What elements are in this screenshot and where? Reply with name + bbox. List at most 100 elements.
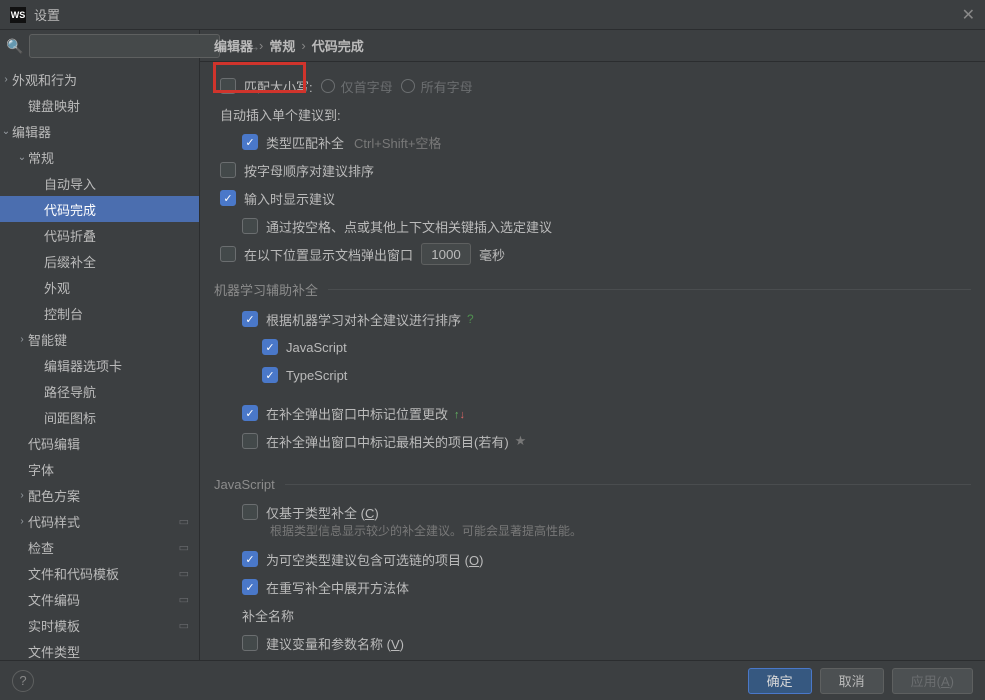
expand-body-checkbox[interactable]: ✓: [242, 579, 258, 595]
ml-sort-checkbox[interactable]: ✓: [242, 311, 258, 327]
sort-alpha-label: 按字母顺序对建议排序: [244, 161, 374, 180]
sort-alpha-checkbox[interactable]: [220, 162, 236, 178]
match-case-checkbox[interactable]: [220, 78, 236, 94]
breadcrumb-part[interactable]: 编辑器: [214, 36, 253, 55]
tree-item-label: 自动导入: [44, 174, 96, 193]
help-button[interactable]: ?: [12, 670, 34, 692]
close-icon[interactable]: ✕: [962, 5, 975, 25]
tree-item-label: 文件编码: [28, 590, 80, 609]
nullable-checkbox[interactable]: ✓: [242, 551, 258, 567]
tree-item[interactable]: 代码编辑: [0, 430, 199, 456]
breadcrumb-part: 代码完成: [312, 36, 364, 55]
type-only-checkbox[interactable]: [242, 504, 258, 520]
ml-ts-label: TypeScript: [286, 368, 347, 383]
scope-badge-icon: ▭: [179, 567, 189, 580]
mark-pos-checkbox[interactable]: ✓: [242, 405, 258, 421]
show-typing-checkbox[interactable]: ✓: [220, 190, 236, 206]
cancel-button[interactable]: 取消: [820, 668, 884, 694]
tree-item[interactable]: 文件类型: [0, 638, 199, 660]
tree-item-label: 编辑器选项卡: [44, 356, 122, 375]
suggest-names-checkbox[interactable]: [242, 635, 258, 651]
tree-item-label: 编辑器: [12, 122, 51, 141]
tree-item-label: 间距图标: [44, 408, 96, 427]
tree-item[interactable]: 编辑器选项卡: [0, 352, 199, 378]
ml-js-checkbox[interactable]: ✓: [262, 339, 278, 355]
tree-item-label: 键盘映射: [28, 96, 80, 115]
help-icon[interactable]: ?: [467, 312, 474, 326]
ok-button[interactable]: 确定: [748, 668, 812, 694]
tree-item[interactable]: 后缀补全: [0, 248, 199, 274]
breadcrumb-part[interactable]: 常规: [269, 36, 295, 55]
tree-item[interactable]: ›外观和行为: [0, 66, 199, 92]
tree-item-label: 字体: [28, 460, 54, 479]
tree-item[interactable]: ›代码样式 ▭: [0, 508, 199, 534]
all-letters-radio[interactable]: [401, 79, 415, 93]
doc-popup-delay-input[interactable]: [421, 243, 471, 265]
tree-item[interactable]: 外观: [0, 274, 199, 300]
titlebar: WS 设置 ✕: [0, 0, 985, 30]
doc-popup-checkbox[interactable]: [220, 246, 236, 262]
match-case-label: 匹配大小写:: [244, 77, 313, 96]
search-icon: 🔍: [6, 38, 23, 55]
js-section-header: JavaScript: [214, 477, 971, 492]
content-panel: 编辑器 › 常规 › 代码完成 匹配大小写: 仅首字母 所有字母 自动插入单个建…: [200, 30, 985, 660]
settings-scroll[interactable]: 匹配大小写: 仅首字母 所有字母 自动插入单个建议到: ✓ 类型匹配补全 Ctr…: [200, 62, 985, 660]
tree-item[interactable]: ›智能键: [0, 326, 199, 352]
expand-icon[interactable]: ›: [16, 334, 28, 345]
tree-item-label: 控制台: [44, 304, 83, 323]
tree-item[interactable]: 间距图标: [0, 404, 199, 430]
ml-sort-label: 根据机器学习对补全建议进行排序: [266, 310, 461, 329]
tree-item[interactable]: 路径导航: [0, 378, 199, 404]
apply-button[interactable]: 应用(A): [892, 668, 973, 694]
tree-item[interactable]: ›配色方案: [0, 482, 199, 508]
mark-pos-label: 在补全弹出窗口中标记位置更改: [266, 404, 448, 423]
type-match-checkbox[interactable]: ✓: [242, 134, 258, 150]
app-icon: WS: [10, 7, 26, 23]
all-letters-label: 所有字母: [421, 77, 473, 96]
tree-item-label: 文件类型: [28, 642, 80, 661]
tree-item[interactable]: 控制台: [0, 300, 199, 326]
show-typing-label: 输入时显示建议: [244, 189, 335, 208]
type-match-label: 类型匹配补全: [266, 133, 344, 152]
ml-js-label: JavaScript: [286, 340, 347, 355]
scope-badge-icon: ▭: [179, 593, 189, 606]
tree-item[interactable]: 代码完成: [0, 196, 199, 222]
position-arrows-icon: ↑↓: [454, 406, 465, 421]
scope-badge-icon: ▭: [179, 515, 189, 528]
expand-icon[interactable]: ›: [0, 74, 12, 85]
search-input[interactable]: [29, 34, 220, 58]
tree-item[interactable]: 自动导入: [0, 170, 199, 196]
first-letter-radio[interactable]: [321, 79, 335, 93]
tree-item[interactable]: 文件和代码模板 ▭: [0, 560, 199, 586]
mark-rel-label: 在补全弹出窗口中标记最相关的项目(若有): [266, 432, 509, 451]
tree-item[interactable]: ⌄编辑器: [0, 118, 199, 144]
tree-item[interactable]: 检查▭: [0, 534, 199, 560]
ml-ts-checkbox[interactable]: ✓: [262, 367, 278, 383]
type-only-label: 仅基于类型补全 (C): [266, 503, 379, 522]
type-only-hint: 根据类型信息显示较少的补全建议。可能会显著提高性能。: [270, 522, 971, 539]
mark-rel-checkbox[interactable]: [242, 433, 258, 449]
tree-item[interactable]: 实时模板▭: [0, 612, 199, 638]
expand-icon[interactable]: ⌄: [16, 152, 28, 163]
scope-badge-icon: ▭: [179, 541, 189, 554]
tree-item[interactable]: 字体: [0, 456, 199, 482]
expand-icon[interactable]: ⌄: [0, 126, 12, 137]
tree-item-label: 后缀补全: [44, 252, 96, 271]
tree-item[interactable]: 键盘映射: [0, 92, 199, 118]
expand-icon[interactable]: ›: [16, 490, 28, 501]
settings-tree[interactable]: ›外观和行为键盘映射⌄编辑器⌄常规自动导入代码完成代码折叠后缀补全外观控制台›智…: [0, 64, 199, 660]
tree-item-label: 配色方案: [28, 486, 80, 505]
doc-popup-label-before: 在以下位置显示文档弹出窗口: [244, 245, 413, 264]
tree-item-label: 路径导航: [44, 382, 96, 401]
first-letter-label: 仅首字母: [341, 77, 393, 96]
tree-item[interactable]: 代码折叠: [0, 222, 199, 248]
tree-item-label: 文件和代码模板: [28, 564, 119, 583]
tree-item-label: 常规: [28, 148, 54, 167]
tree-item[interactable]: 文件编码 ▭: [0, 586, 199, 612]
tree-item[interactable]: ⌄常规: [0, 144, 199, 170]
insert-context-checkbox[interactable]: [242, 218, 258, 234]
scope-badge-icon: ▭: [179, 619, 189, 632]
chevron-right-icon: ›: [259, 38, 263, 53]
expand-icon[interactable]: ›: [16, 516, 28, 527]
tree-item-label: 代码样式: [28, 512, 80, 531]
